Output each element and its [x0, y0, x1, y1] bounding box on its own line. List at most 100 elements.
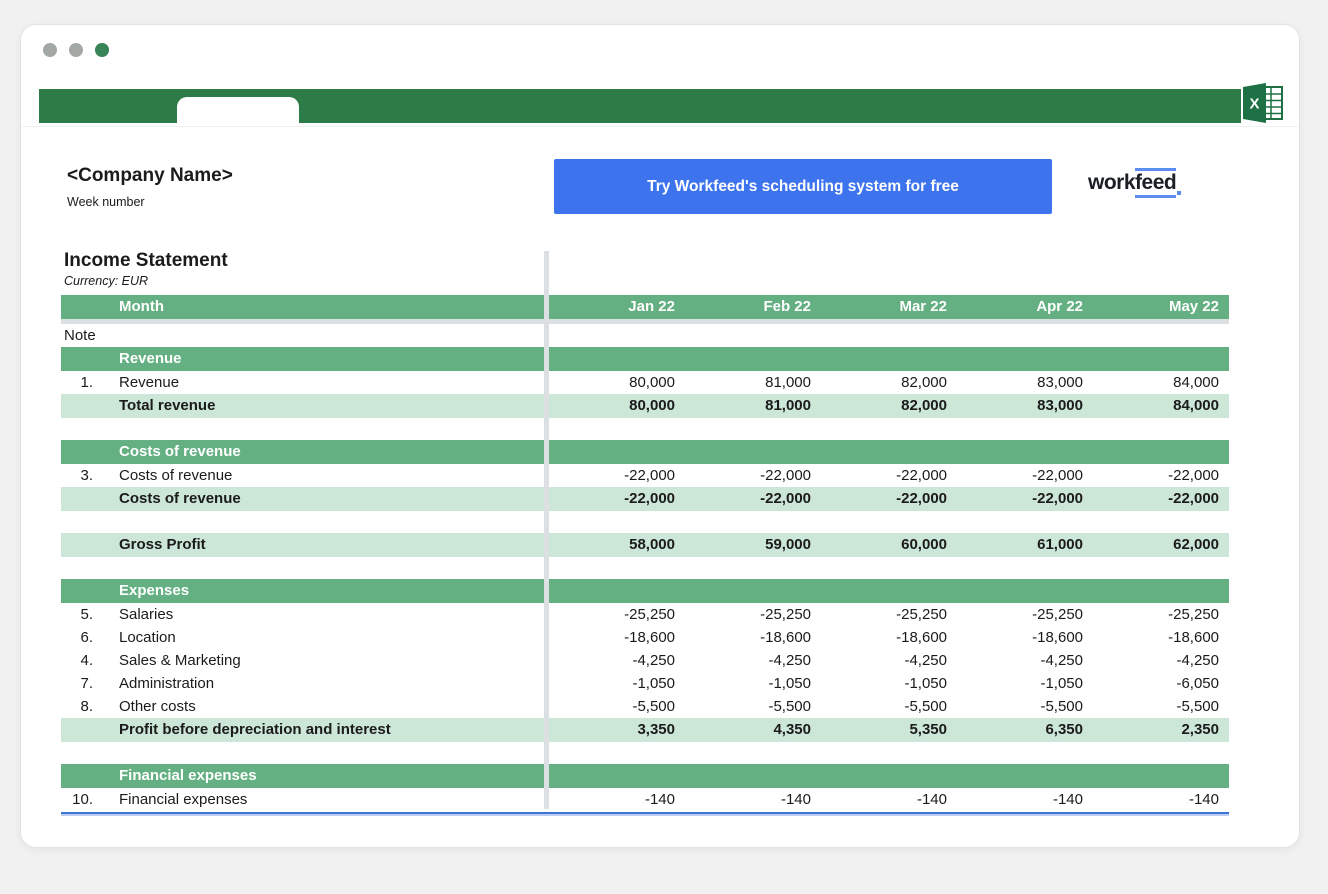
section-header-row: Costs of revenue: [61, 440, 1229, 464]
excel-icon: X: [1243, 83, 1285, 123]
value-cell: 81,000: [685, 394, 821, 418]
income-table-rows: MonthJan 22Feb 22Mar 22Apr 22May 22NoteR…: [61, 295, 1229, 811]
value-cell: -1,050: [549, 672, 685, 695]
workfeed-logo: workfeed: [1088, 171, 1181, 195]
window-controls: [43, 43, 109, 57]
row-label: Gross Profit: [119, 533, 544, 557]
item-row: 6.Location-18,600-18,600-18,600-18,600-1…: [61, 626, 1229, 649]
value-cell: -25,250: [821, 603, 957, 626]
try-workfeed-button[interactable]: Try Workfeed's scheduling system for fre…: [554, 159, 1052, 214]
value-cell: -25,250: [1093, 603, 1229, 626]
column-divider-gap: [544, 295, 549, 319]
month-header-label: Month: [119, 295, 544, 319]
value-cell: -140: [957, 788, 1093, 811]
value-cell: -6,050: [1093, 672, 1229, 695]
selection-line: [61, 812, 1229, 814]
value-cell: 3,350: [549, 718, 685, 742]
row-note-cell: [61, 295, 119, 319]
row-note-cell: [61, 764, 119, 788]
item-row: 7.Administration-1,050-1,050-1,050-1,050…: [61, 672, 1229, 695]
value-cell: 82,000: [821, 394, 957, 418]
row-label: Salaries: [119, 603, 544, 626]
value-cell: -140: [549, 788, 685, 811]
row-note-cell: [61, 533, 119, 557]
row-note-cell: 6.: [61, 626, 119, 649]
value-cell: -140: [685, 788, 821, 811]
row-note-cell: [61, 579, 119, 603]
item-row: 3.Costs of revenue-22,000-22,000-22,000-…: [61, 464, 1229, 487]
value-cell: -4,250: [1093, 649, 1229, 672]
section-label: Expenses: [119, 579, 544, 603]
value-cell: 60,000: [821, 533, 957, 557]
value-cell: 80,000: [549, 371, 685, 394]
window-control-dot[interactable]: [69, 43, 83, 57]
row-note-cell: 8.: [61, 695, 119, 718]
week-number-label: Week number: [67, 195, 145, 209]
workfeed-logo-mark: [1177, 191, 1181, 195]
divider: [21, 126, 1299, 127]
row-label: Costs of revenue: [119, 464, 544, 487]
window-control-dot[interactable]: [43, 43, 57, 57]
app-window: X <Company Name> Week number Try Workfee…: [20, 24, 1300, 848]
value-cell: -4,250: [957, 649, 1093, 672]
value-cell: -25,250: [957, 603, 1093, 626]
value-cell: 81,000: [685, 371, 821, 394]
section-header-row: Financial expenses: [61, 764, 1229, 788]
column-divider-gap: [544, 649, 549, 672]
value-cell: -18,600: [821, 626, 957, 649]
value-cell: -5,500: [685, 695, 821, 718]
value-cell: -18,600: [957, 626, 1093, 649]
value-cell: -5,500: [549, 695, 685, 718]
value-cell: 83,000: [957, 394, 1093, 418]
item-row: 8.Other costs-5,500-5,500-5,500-5,500-5,…: [61, 695, 1229, 718]
row-note-cell: [61, 487, 119, 511]
month-header-cell: Feb 22: [685, 295, 821, 319]
column-divider-gap: [544, 603, 549, 626]
value-cell: -1,050: [685, 672, 821, 695]
item-row: 5.Salaries-25,250-25,250-25,250-25,250-2…: [61, 603, 1229, 626]
row-label: Costs of revenue: [119, 487, 544, 511]
item-row: 4.Sales & Marketing-4,250-4,250-4,250-4,…: [61, 649, 1229, 672]
value-cell: 84,000: [1093, 394, 1229, 418]
company-name: <Company Name>: [67, 165, 233, 187]
row-label: Administration: [119, 672, 544, 695]
value-cell: 84,000: [1093, 371, 1229, 394]
value-cell: -5,500: [957, 695, 1093, 718]
section-label: Financial expenses: [119, 764, 544, 788]
column-divider-gap: [544, 533, 549, 557]
section-header-row: Revenue: [61, 347, 1229, 371]
value-cell: 82,000: [821, 371, 957, 394]
window-control-dot[interactable]: [95, 43, 109, 57]
note-row: Note: [61, 324, 1229, 347]
value-cell: -4,250: [549, 649, 685, 672]
currency-note: Currency: EUR: [64, 274, 148, 288]
row-label: Other costs: [119, 695, 544, 718]
value-cell: 61,000: [957, 533, 1093, 557]
value-cell: -22,000: [821, 487, 957, 511]
column-divider-gap: [544, 464, 549, 487]
column-divider-gap: [544, 718, 549, 742]
column-divider-gap: [544, 371, 549, 394]
value-cell: 5,350: [821, 718, 957, 742]
row-note-cell: 5.: [61, 603, 119, 626]
sheet-title: Income Statement: [64, 250, 228, 272]
value-cell: -22,000: [957, 464, 1093, 487]
month-header-cell: Apr 22: [957, 295, 1093, 319]
value-cell: -5,500: [1093, 695, 1229, 718]
column-divider-gap: [544, 788, 549, 811]
row-label: Location: [119, 626, 544, 649]
value-cell: -25,250: [685, 603, 821, 626]
row-label: Total revenue: [119, 394, 544, 418]
value-cell: 4,350: [685, 718, 821, 742]
row-note-cell: 10.: [61, 788, 119, 811]
row-label: Revenue: [119, 371, 544, 394]
total-row: Total revenue80,00081,00082,00083,00084,…: [61, 394, 1229, 418]
section-label: Costs of revenue: [119, 440, 544, 464]
item-row: 10.Financial expenses-140-140-140-140-14…: [61, 788, 1229, 811]
column-divider-gap: [544, 394, 549, 418]
value-cell: -22,000: [1093, 464, 1229, 487]
value-cell: -22,000: [549, 487, 685, 511]
column-divider-gap: [544, 672, 549, 695]
value-cell: -18,600: [1093, 626, 1229, 649]
total-row: Costs of revenue-22,000-22,000-22,000-22…: [61, 487, 1229, 511]
